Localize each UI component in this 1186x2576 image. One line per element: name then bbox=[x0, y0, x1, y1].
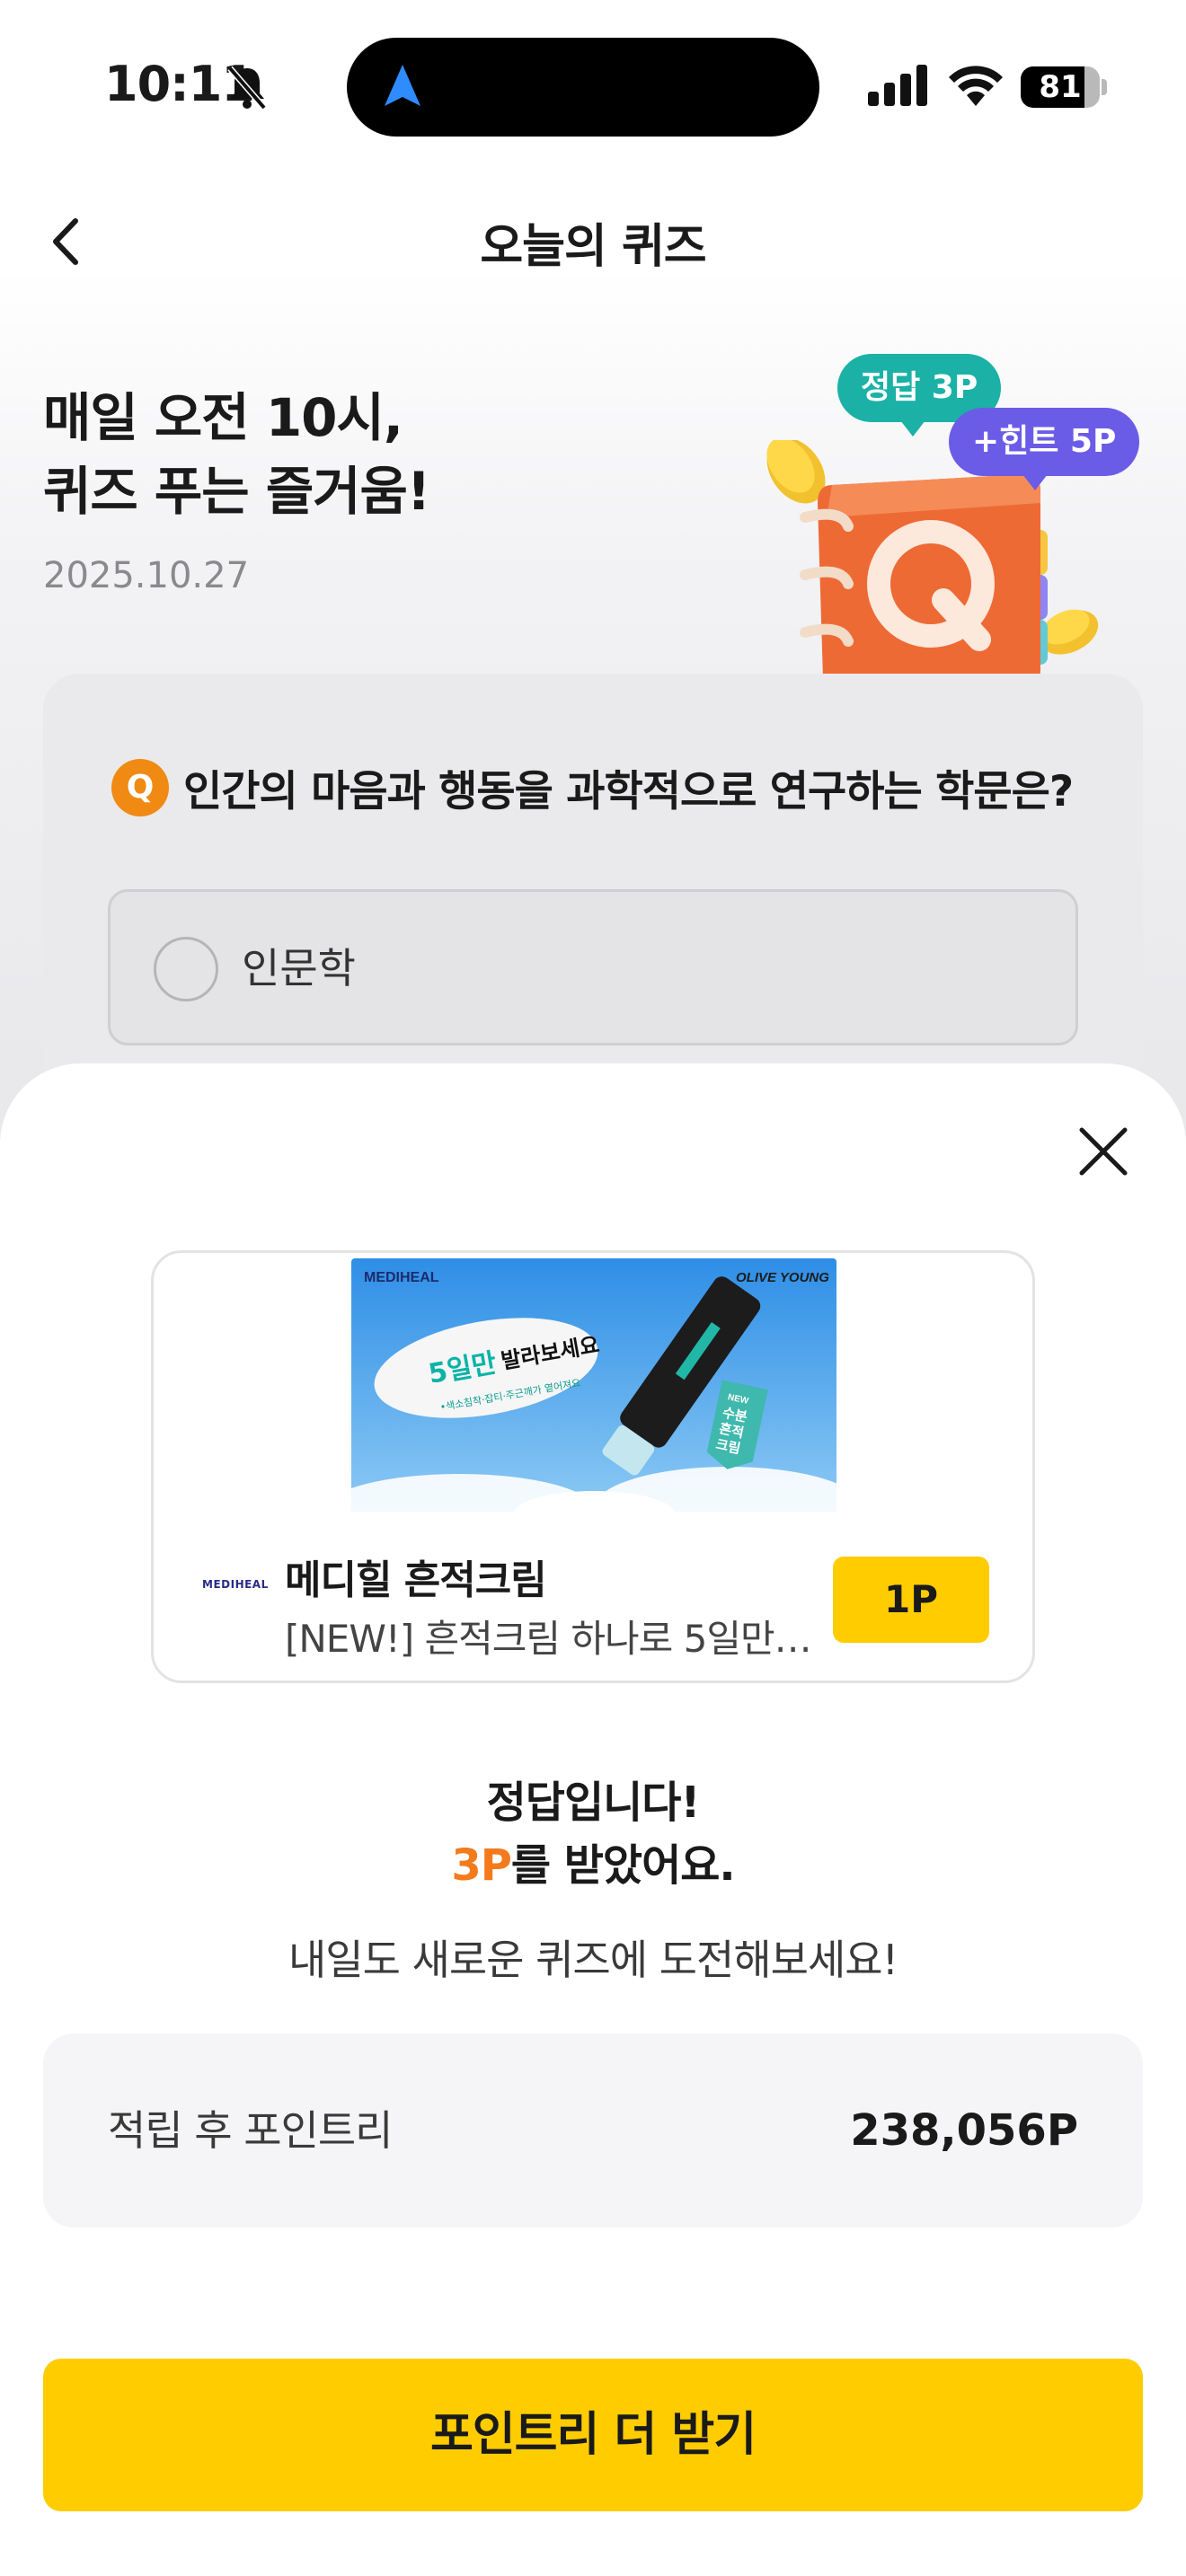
banner-brand-right: OLIVE YOUNG bbox=[736, 1270, 829, 1285]
result-bottom-sheet: MEDIHEAL OLIVE YOUNG 5일만 발라보세요 •색소침착·잡티·… bbox=[0, 1063, 1186, 2576]
earned-points: 3P bbox=[451, 1840, 512, 1891]
earn-more-points-button[interactable]: 포인트리 더 받기 bbox=[43, 2359, 1143, 2511]
radio-button[interactable] bbox=[154, 937, 218, 1001]
status-bar: 10:11 81 bbox=[0, 0, 1186, 171]
result-message: 정답입니다! 3P를 받았어요. 내일도 새로운 퀴즈에 도전해보세요! bbox=[0, 1771, 1186, 1987]
hero-title-line1: 매일 오전 10시, bbox=[43, 387, 403, 448]
result-subtitle: 내일도 새로운 퀴즈에 도전해보세요! bbox=[288, 1936, 898, 1984]
ad-brand-logo: MEDIHEAL bbox=[202, 1578, 269, 1591]
points-balance-box: 적립 후 포인트리 238,056P bbox=[43, 2033, 1143, 2228]
hero-title-line2: 퀴즈 푸는 즐거움! bbox=[43, 461, 430, 522]
ad-card[interactable]: MEDIHEAL OLIVE YOUNG 5일만 발라보세요 •색소침착·잡티·… bbox=[151, 1250, 1035, 1683]
page-title: 오늘의 퀴즈 bbox=[480, 220, 706, 274]
quiz-question: 인간의 마음과 행동을 과학적으로 연구하는 학문은? bbox=[183, 767, 1074, 816]
close-button[interactable] bbox=[1075, 1123, 1132, 1180]
quiz-date: 2025.10.27 bbox=[43, 555, 250, 596]
quiz-question-row: Q 인간의 마음과 행동을 과학적으로 연구하는 학문은? bbox=[111, 756, 1074, 818]
balance-label: 적립 후 포인트리 bbox=[108, 2106, 393, 2155]
banner-brand-left: MEDIHEAL bbox=[364, 1270, 439, 1285]
result-points-suffix: 를 받았어요. bbox=[510, 1840, 736, 1891]
hero-title: 매일 오전 10시, 퀴즈 푸는 즐거움! bbox=[43, 381, 430, 528]
result-title: 정답입니다! bbox=[486, 1778, 701, 1828]
question-badge: Q bbox=[111, 758, 169, 816]
ad-point-button[interactable]: 1P bbox=[833, 1557, 989, 1643]
hint-points-bubble: +힌트 5P bbox=[949, 408, 1140, 490]
quiz-option-label: 인문학 bbox=[242, 944, 356, 992]
cellular-signal-icon bbox=[868, 65, 927, 106]
result-points-line: 3P를 받았어요. bbox=[0, 1834, 1186, 1897]
bell-slash-icon bbox=[227, 66, 267, 110]
quiz-option[interactable]: 인문학 bbox=[108, 889, 1078, 1045]
location-arrow-icon bbox=[385, 65, 420, 106]
balance-value: 238,056P bbox=[850, 2105, 1078, 2156]
ad-title: 메디힐 흔적크림 bbox=[285, 1557, 547, 1603]
ad-description: [NEW!] 흔적크림 하나로 5일만에... bbox=[285, 1617, 824, 1661]
ad-banner-image[interactable]: MEDIHEAL OLIVE YOUNG 5일만 발라보세요 •색소침착·잡티·… bbox=[351, 1258, 836, 1512]
battery-level: 81 bbox=[1039, 69, 1082, 105]
wifi-icon bbox=[949, 66, 1003, 106]
battery-indicator: 81 bbox=[1021, 66, 1107, 108]
dynamic-island bbox=[347, 38, 819, 137]
